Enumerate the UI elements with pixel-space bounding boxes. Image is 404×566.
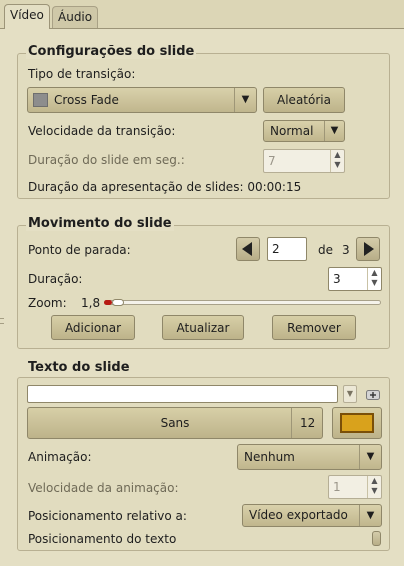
transition-type-combo[interactable]: Cross Fade ▼ bbox=[27, 87, 257, 113]
arrow-left-icon bbox=[242, 242, 252, 256]
animation-speed-spinbox[interactable]: 1 ▲ ▼ bbox=[328, 475, 382, 499]
motion-duration-value: 3 bbox=[333, 272, 341, 286]
transition-speed-combo[interactable]: Normal ▼ bbox=[263, 120, 345, 142]
add-point-button[interactable]: Adicionar bbox=[51, 315, 135, 340]
animation-combo[interactable]: Nenhum ▼ bbox=[237, 444, 382, 470]
font-name: Sans bbox=[160, 416, 190, 430]
slide-text-title: Texto do slide bbox=[26, 360, 132, 375]
slide-duration-label: Duração do slide em seg.: bbox=[28, 153, 185, 167]
update-point-button[interactable]: Atualizar bbox=[162, 315, 244, 340]
tab-bar: Vídeo Áudio bbox=[0, 0, 404, 29]
slide-duration-value: 7 bbox=[268, 154, 276, 168]
arrow-right-icon bbox=[364, 242, 374, 256]
transition-type-label: Tipo de transição: bbox=[28, 67, 136, 81]
remove-point-button[interactable]: Remover bbox=[272, 315, 356, 340]
slide-text-input[interactable] bbox=[27, 385, 338, 403]
stop-point-input[interactable]: 2 bbox=[267, 237, 307, 261]
text-position-label: Posicionamento do texto bbox=[28, 532, 177, 546]
zoom-label: Zoom: bbox=[28, 296, 67, 310]
presentation-duration-label: Duração da apresentação de slides: 00:00… bbox=[28, 180, 301, 194]
slide-settings-title: Configurações do slide bbox=[26, 44, 197, 59]
relative-position-combo[interactable]: Vídeo exportado ▼ bbox=[242, 504, 382, 527]
presentation-duration-value: 00:00:15 bbox=[247, 180, 302, 194]
total-points-value: 3 bbox=[342, 243, 350, 257]
transition-speed-label: Velocidade da transição: bbox=[28, 124, 176, 138]
add-text-icon[interactable] bbox=[366, 389, 380, 400]
font-selector-button[interactable]: Sans 12 bbox=[27, 407, 323, 439]
transition-preview-icon bbox=[33, 93, 48, 107]
text-expand-button[interactable]: ▼ bbox=[343, 385, 357, 403]
spin-arrows-icon: ▲ ▼ bbox=[367, 476, 381, 498]
chevron-down-icon: ▼ bbox=[234, 88, 256, 112]
spin-arrows-icon: ▲ ▼ bbox=[367, 268, 381, 290]
relative-position-value: Vídeo exportado bbox=[249, 508, 348, 522]
chevron-down-icon: ▼ bbox=[359, 445, 381, 469]
tab-audio[interactable]: Áudio bbox=[52, 6, 99, 28]
spin-arrows-icon: ▲ ▼ bbox=[330, 150, 344, 172]
motion-duration-label: Duração: bbox=[28, 272, 83, 286]
color-swatch bbox=[340, 413, 374, 433]
animation-value: Nenhum bbox=[244, 450, 295, 464]
chevron-down-icon: ▼ bbox=[324, 121, 344, 141]
previous-point-button[interactable] bbox=[236, 237, 260, 261]
presentation-duration-text: Duração da apresentação de slides: bbox=[28, 180, 244, 194]
animation-speed-value: 1 bbox=[333, 480, 341, 494]
transition-type-value: Cross Fade bbox=[54, 93, 119, 107]
resize-grip[interactable] bbox=[0, 318, 4, 324]
animation-label: Animação: bbox=[28, 450, 92, 464]
zoom-slider-handle[interactable] bbox=[112, 299, 124, 306]
random-transition-button[interactable]: Aleatória bbox=[263, 87, 345, 113]
text-position-expander[interactable] bbox=[372, 531, 381, 546]
transition-speed-value: Normal bbox=[270, 124, 314, 138]
text-color-button[interactable] bbox=[332, 407, 382, 439]
zoom-value: 1,8 bbox=[81, 296, 101, 310]
animation-speed-label: Velocidade da animação: bbox=[28, 481, 179, 495]
chevron-down-icon: ▼ bbox=[359, 505, 381, 526]
motion-duration-spinbox[interactable]: 3 ▲ ▼ bbox=[328, 267, 382, 291]
slide-duration-spinbox[interactable]: 7 ▲ ▼ bbox=[263, 149, 345, 173]
tab-video[interactable]: Vídeo bbox=[4, 4, 50, 29]
relative-position-label: Posicionamento relativo a: bbox=[28, 509, 187, 523]
zoom-slider[interactable] bbox=[104, 300, 381, 305]
zoom-slider-fill bbox=[104, 300, 112, 305]
next-point-button[interactable] bbox=[356, 237, 380, 261]
stop-point-label: Ponto de parada: bbox=[28, 243, 131, 257]
slide-motion-title: Movimento do slide bbox=[26, 216, 174, 231]
of-label: de bbox=[318, 243, 333, 257]
font-size: 12 bbox=[291, 408, 315, 438]
